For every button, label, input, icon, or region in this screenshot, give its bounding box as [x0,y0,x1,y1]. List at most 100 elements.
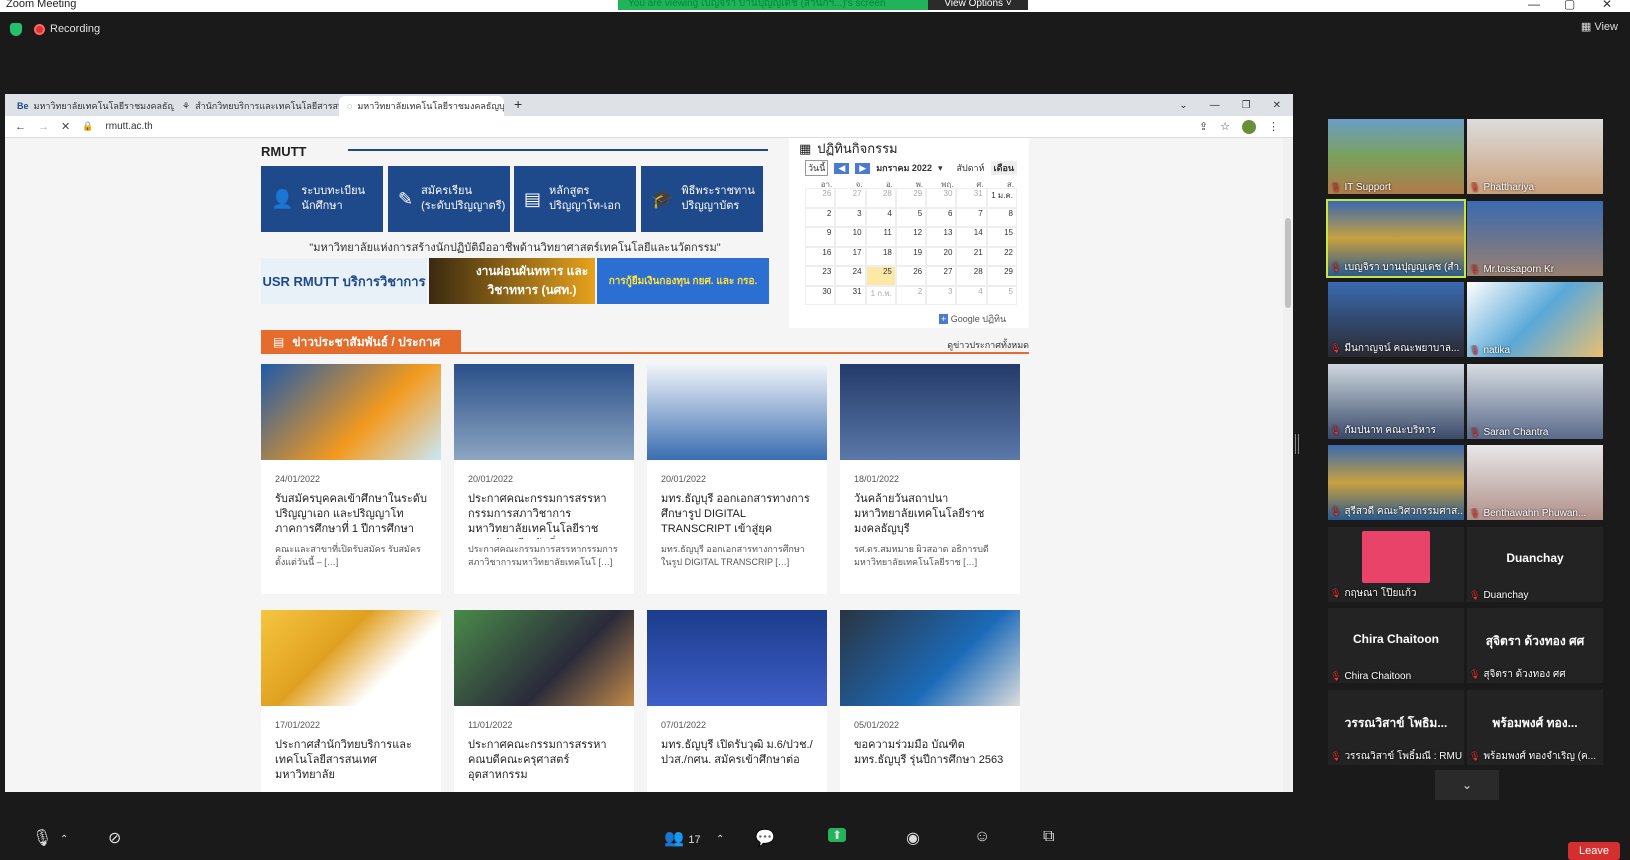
menu-kebab-icon[interactable]: ⋮ [1268,120,1279,133]
audio-options-chevron-icon[interactable]: ⌃ [60,834,68,845]
service-apply-button[interactable]: ✎ สมัครเรียน (ระดับปริญญาตรี) [388,166,510,232]
calendar-day-cell[interactable]: 31 [835,285,866,305]
usr-banner[interactable]: USR RMUTT บริการวิชาการ [261,258,427,304]
calendar-day-cell[interactable]: 17 [835,246,866,266]
participant-tile[interactable]: Chira Chaitoon 🎙 Chira Chaitoon [1328,608,1464,683]
calendar-day-cell[interactable]: 2 [895,285,927,305]
calendar-day-cell[interactable]: 28 [865,188,896,208]
calendar-day-cell[interactable]: 20 [926,246,957,266]
calendar-week-tab[interactable]: สัปดาห์ [956,161,984,175]
calendar-day-cell[interactable]: 8 [986,207,1017,227]
calendar-day-cell[interactable]: 19 [895,246,927,266]
participant-tile[interactable]: 🎙 IT Support [1328,119,1464,194]
news-title[interactable]: มทร.ธัญบุรี เปิดรับวุฒิ ม.6/ปวช./ปวส./กศ… [647,730,827,785]
calendar-day-cell[interactable]: 4 [865,207,896,227]
news-card[interactable]: 24/01/2022 รับสมัครบุคคลเข้าศึกษาในระดับป… [261,364,441,594]
calendar-day-cell[interactable]: 9 [805,227,836,247]
calendar-day-cell[interactable]: 30 [805,285,836,305]
participants-icon[interactable]: 👥 17 [664,828,701,848]
participant-tile[interactable]: 🎙 กัมปนาท คณะบริหาร [1328,363,1464,439]
browser-minimize-icon[interactable]: — [1210,100,1220,111]
close-icon[interactable]: ✕ [1602,0,1612,11]
security-shield-icon[interactable] [10,22,22,36]
participant-tile[interactable]: พร้อมพงศ์ ทอง... 🎙 พร้อมพงศ์ ทองจำเริญ (ค.… [1467,689,1603,765]
calendar-day-cell[interactable]: 14 [956,227,987,247]
reactions-icon[interactable]: ☺ [974,828,990,846]
calendar-day-cell[interactable]: 13 [926,227,957,247]
calendar-day-cell[interactable]: 29 [986,266,1017,286]
calendar-month-tab[interactable]: เดือน [990,161,1018,175]
recording-indicator[interactable]: Recording [34,23,100,35]
participant-tile[interactable]: 🎙 กฤษณา โป๊ยแก้ว [1328,526,1464,602]
participant-tile[interactable]: 🎙 Phatthariya [1467,119,1603,194]
participant-tile[interactable]: 🎙 natika [1467,282,1603,357]
microphone-icon[interactable]: 🎙 [32,828,52,848]
view-options-button[interactable]: View Options ˅ [928,0,1028,10]
news-card[interactable]: 20/01/2022 ประกาศคณะกรรมการสรรหากรรมการสภ… [454,364,634,594]
participants-chevron-icon[interactable]: ⌃ [716,834,724,845]
share-screen-icon[interactable]: ⬆ [828,828,847,842]
calendar-day-cell[interactable]: 27 [835,188,866,208]
minimize-icon[interactable]: — [1528,0,1540,11]
calendar-day-cell[interactable]: 21 [956,246,987,266]
news-title[interactable]: ประกาศสำนักวิทยบริการและเทคโนโลยีสารสนเท… [261,730,441,785]
video-off-icon[interactable]: ⊘ [108,828,121,848]
service-registration-button[interactable]: 👤 ระบบทะเบียน นักศึกษา [261,166,383,232]
calendar-day-cell[interactable]: 23 [805,266,836,286]
forward-icon[interactable]: → [38,121,49,133]
bookmark-star-icon[interactable]: ☆ [1220,120,1230,133]
news-thumbnail[interactable] [840,364,1020,460]
participant-tile[interactable]: 🎙 Saran Chantra [1467,363,1603,439]
stop-icon[interactable]: ✕ [61,120,70,133]
participant-tile[interactable]: Duanchay 🎙 Duanchay [1467,526,1603,602]
participant-tile[interactable]: 🎙 เบญจิรา บานปุญญเดช (สำ... [1326,198,1466,278]
calendar-day-cell[interactable]: 25 [865,266,896,286]
calendar-day-cell[interactable]: 4 [956,285,987,305]
news-title[interactable]: ประกาศคณะกรรมการสรรหาคณบดีคณะครุศาสตร์อุ… [454,730,634,785]
calendar-day-cell[interactable]: 7 [956,207,987,227]
calendar-day-cell[interactable]: 11 [865,227,896,247]
browser-restore-icon[interactable]: ❐ [1242,100,1251,111]
news-thumbnail[interactable] [840,610,1020,706]
browser-tab-3[interactable]: ◌มหาวิทยาลัยเทคโนโลยีราชมงคลธัญบุรี✕ [339,96,504,116]
see-all-news-link[interactable]: ดูข่าวประกาศทั้งหมด [947,338,1029,352]
calendar-day-cell[interactable]: 26 [895,266,927,286]
calendar-day-cell[interactable]: 3 [835,207,866,227]
calendar-day-cell[interactable]: 26 [805,188,836,208]
calendar-day-cell[interactable]: 18 [865,246,896,266]
calendar-day-cell[interactable]: 29 [895,188,927,208]
google-calendar-link[interactable]: + Google ปฏิทิน [939,312,1006,326]
calendar-day-cell[interactable]: 16 [805,246,836,266]
site-logo[interactable]: RMUTT [261,144,307,159]
apps-icon[interactable]: ⧉ [1043,828,1054,846]
more-participants-button[interactable]: ⌄ [1435,770,1499,800]
calendar-next-icon[interactable]: ▶ [855,162,871,174]
calendar-day-cell[interactable]: 27 [926,266,957,286]
calendar-prev-icon[interactable]: ◀ [834,162,850,174]
news-title[interactable]: ขอความร่วมมือ บัณฑิต มทร.ธัญบุรี รุ่นปีก… [840,730,1020,785]
military-deferment-banner[interactable]: งานผ่อนผันทหาร และวิชาทหาร (นศท.) [429,258,595,304]
panel-resize-handle[interactable] [1295,434,1299,454]
maximize-icon[interactable]: ▢ [1564,0,1575,11]
calendar-day-cell[interactable]: 10 [835,227,866,247]
calendar-day-cell[interactable]: 28 [956,266,987,286]
participant-tile[interactable]: 🎙 Benthawahn Phuwan... [1467,445,1603,520]
student-loan-banner[interactable]: การกู้ยืมเงินกองทุน กยศ. และ กรอ. [597,258,769,304]
browser-close-icon[interactable]: ✕ [1273,100,1281,111]
calendar-day-cell[interactable]: 2 [805,207,836,227]
service-graduation-button[interactable]: 🎓 พิธีพระราชทาน ปริญญาบัตร [641,166,763,232]
participant-tile[interactable]: สุจิตรา ด้วงทอง ศศ 🎙 สุจิตรา ด้วงทอง ศศ [1467,608,1603,683]
news-title[interactable]: รับสมัครบุคคลเข้าศึกษาในระดับปริญญาเอก แ… [261,484,441,539]
news-thumbnail[interactable] [647,610,827,706]
browser-tab-2[interactable]: ⚘สำนักวิทยบริการและเทคโนโลยีสารสนเทศ✕ [174,96,339,116]
calendar-day-cell[interactable]: 6 [926,207,957,227]
participant-tile[interactable]: วรรณวิสาข์ โพธิม... 🎙 วรรณวิสาข์ โพธิ์มณี … [1328,689,1464,765]
news-card[interactable]: 18/01/2022 วันคล้ายวันสถาปนา มหาวิทยาลัยเ… [840,364,1020,594]
view-layout-button[interactable]: ▦ View [1581,20,1618,33]
participant-tile[interactable]: 🎙 สุรีสวดี คณะวิศวกรรมศาส... [1328,445,1464,520]
news-card[interactable]: 17/01/2022 ประกาศสำนักวิทยบริการและเทคโนโ… [261,610,441,792]
news-thumbnail[interactable] [647,364,827,460]
news-title[interactable]: ประกาศคณะกรรมการสรรหากรรมการสภาวิชาการมห… [454,484,634,539]
news-title[interactable]: วันคล้ายวันสถาปนา มหาวิทยาลัยเทคโนโลยีรา… [840,484,1020,539]
calendar-day-cell[interactable]: 5 [986,285,1017,305]
